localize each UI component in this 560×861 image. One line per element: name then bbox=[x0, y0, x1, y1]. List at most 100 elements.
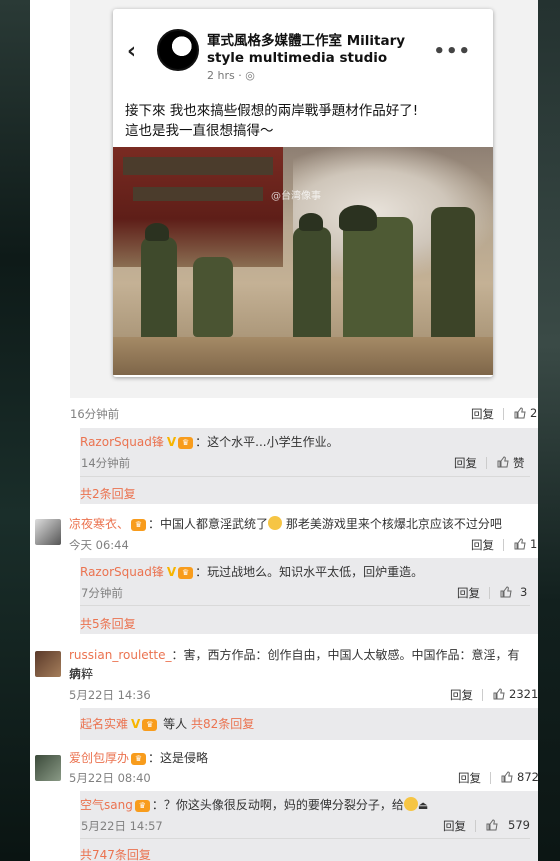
divider bbox=[486, 457, 487, 469]
soldier-helmet bbox=[339, 205, 377, 231]
comment-body-cont: 纳粹 bbox=[69, 667, 94, 681]
user-avatar[interactable] bbox=[35, 651, 61, 677]
like-count: 579 bbox=[508, 818, 530, 832]
thumbs-up-icon[interactable] bbox=[501, 771, 513, 783]
reply-button[interactable]: 回复 bbox=[450, 687, 473, 703]
thumbs-up-icon[interactable] bbox=[493, 688, 505, 700]
hat-emoji-icon: ⏏ bbox=[417, 799, 429, 812]
background-left bbox=[0, 0, 30, 861]
soldier-figure bbox=[141, 237, 177, 347]
vip-badge-icon: ♛ bbox=[178, 436, 194, 449]
verified-icon: V bbox=[131, 717, 141, 731]
thumbs-up-icon[interactable] bbox=[514, 538, 526, 550]
divider bbox=[80, 605, 530, 606]
divider bbox=[475, 820, 476, 832]
comment-text: russian_roulette_：害，西方作品：创作自由，中国人太敏感。中国作… bbox=[69, 646, 535, 684]
reply-button[interactable]: 回复 bbox=[454, 455, 477, 471]
globe-icon: ◎ bbox=[245, 69, 255, 82]
comment-body: ：中国人都意淫武统了 bbox=[148, 517, 269, 531]
vip-badge-icon: ♛ bbox=[131, 518, 147, 531]
thumbs-up-icon[interactable] bbox=[514, 407, 526, 419]
more-replies-link[interactable]: 共747条回复 bbox=[80, 846, 151, 861]
comment-username[interactable]: 爱创包厚办 bbox=[69, 751, 129, 765]
divider bbox=[503, 408, 504, 420]
more-replies-link[interactable]: 共2条回复 bbox=[80, 485, 136, 502]
page-name: 軍式風格多媒體工作室 Military style multimedia stu… bbox=[207, 33, 406, 66]
soldier-figure bbox=[193, 257, 233, 337]
reply-button[interactable]: 回复 bbox=[443, 818, 466, 834]
comment-timestamp: 今天 06:44 bbox=[69, 538, 129, 552]
and-others-text: 等人 bbox=[163, 717, 188, 731]
thumbs-up-icon[interactable] bbox=[486, 819, 498, 831]
comment-timestamp: 5月22日 14:57 bbox=[81, 819, 163, 833]
post-image[interactable]: ‹ 軍式風格多媒體工作室 Military style multimedia s… bbox=[70, 0, 538, 398]
facebook-post-screenshot: ‹ 軍式風格多媒體工作室 Military style multimedia s… bbox=[113, 9, 493, 377]
like-count: 1 bbox=[530, 537, 538, 551]
soldier-figure bbox=[431, 207, 475, 357]
soldier-helmet bbox=[145, 223, 169, 241]
more-replies-row: 起名实难 V ♛ 等人 共82条回复 bbox=[80, 715, 254, 734]
verified-icon: V bbox=[166, 435, 177, 449]
comment-text: RazorSquad锋 V ♛ ：这个水平...小学生作业。 bbox=[80, 433, 339, 452]
divider bbox=[503, 539, 504, 551]
post-caption: 接下來 我也來搞些假想的兩岸戰爭題材作品好了! 這也是我一直很想搞得～ bbox=[125, 103, 419, 139]
thumbs-up-icon[interactable] bbox=[497, 456, 509, 468]
like-count: 872 bbox=[517, 770, 539, 784]
comment-panel: ‹ 軍式風格多媒體工作室 Military style multimedia s… bbox=[30, 0, 539, 861]
gate-building bbox=[113, 147, 283, 267]
laugh-emoji-icon bbox=[403, 797, 418, 811]
background-right bbox=[538, 0, 560, 861]
comment-body: ：？你这头像很反动啊，妈的要俾分裂分子，给 bbox=[151, 798, 404, 812]
vip-badge-icon: ♛ bbox=[131, 752, 147, 765]
comment-username[interactable]: RazorSquad锋 bbox=[80, 565, 164, 579]
thumbs-up-icon[interactable] bbox=[500, 586, 512, 598]
comment-body: ：这是侵略 bbox=[148, 751, 209, 765]
comment-body: ：这个水平...小学生作业。 bbox=[195, 435, 339, 449]
comment-username[interactable]: 空气sang bbox=[80, 798, 133, 812]
divider bbox=[80, 838, 530, 839]
comment-body: ：玩过战地么。知识水平太低，回炉重造。 bbox=[195, 565, 424, 579]
divider bbox=[489, 587, 490, 599]
reply-button[interactable]: 回复 bbox=[471, 537, 494, 553]
comment-text: 爱创包厚办 ♛ ：这是侵略 bbox=[69, 749, 208, 768]
vip-badge-icon: ♛ bbox=[178, 566, 194, 579]
reply-button[interactable]: 回复 bbox=[457, 585, 480, 601]
page-avatar bbox=[157, 29, 199, 71]
like-count: 2321 bbox=[509, 687, 539, 701]
verified-icon: V bbox=[166, 565, 177, 579]
like-count: 2 bbox=[530, 406, 538, 420]
war-scene-photo: @台湾像事 bbox=[113, 147, 493, 375]
watermark: @台湾像事 bbox=[271, 191, 321, 202]
like-count: 3 bbox=[520, 585, 528, 599]
comment-text: 空气sang ♛ ：？你这头像很反动啊，妈的要俾分裂分子，给 ⏏ bbox=[80, 796, 428, 815]
reply-button[interactable]: 回复 bbox=[458, 770, 481, 786]
post-timestamp: 16分钟前 bbox=[70, 407, 120, 421]
user-avatar[interactable] bbox=[35, 755, 61, 781]
comment-timestamp: 5月22日 08:40 bbox=[69, 771, 151, 785]
reply-button[interactable]: 回复 bbox=[471, 406, 494, 422]
divider bbox=[482, 689, 483, 701]
more-options-icon: ••• bbox=[433, 41, 471, 62]
divider bbox=[490, 772, 491, 784]
post-time: 2 hrs · ◎ bbox=[207, 69, 255, 82]
user-avatar[interactable] bbox=[35, 519, 61, 545]
comment-body-cont: 那老美游戏里来个核爆北京应该不过分吧 bbox=[285, 517, 502, 531]
more-replies-link[interactable]: 共82条回复 bbox=[191, 717, 254, 731]
comment-username[interactable]: 凉夜寒衣、 bbox=[69, 517, 129, 531]
soldier-figure bbox=[293, 227, 331, 347]
vip-badge-icon: ♛ bbox=[134, 799, 150, 812]
comment-timestamp: 14分钟前 bbox=[81, 456, 131, 470]
more-replies-link[interactable]: 共5条回复 bbox=[80, 615, 136, 632]
divider bbox=[80, 476, 530, 477]
comment-username[interactable]: russian_roulette_ bbox=[69, 648, 171, 662]
comment-text: 凉夜寒衣、 ♛ ：中国人都意淫武统了 那老美游戏里来个核爆北京应该不过分吧 bbox=[69, 515, 502, 534]
like-button-label[interactable]: 赞 bbox=[513, 455, 525, 471]
comment-text: RazorSquad锋 V ♛ ：玩过战地么。知识水平太低，回炉重造。 bbox=[80, 563, 423, 582]
back-arrow-icon: ‹ bbox=[127, 39, 137, 64]
comment-timestamp: 5月22日 14:36 bbox=[69, 688, 151, 702]
soldier-helmet bbox=[299, 213, 323, 231]
comment-username[interactable]: RazorSquad锋 bbox=[80, 435, 164, 449]
ground bbox=[113, 337, 493, 375]
reply-username[interactable]: 起名实难 bbox=[80, 717, 128, 731]
comment-timestamp: 7分钟前 bbox=[81, 586, 123, 600]
